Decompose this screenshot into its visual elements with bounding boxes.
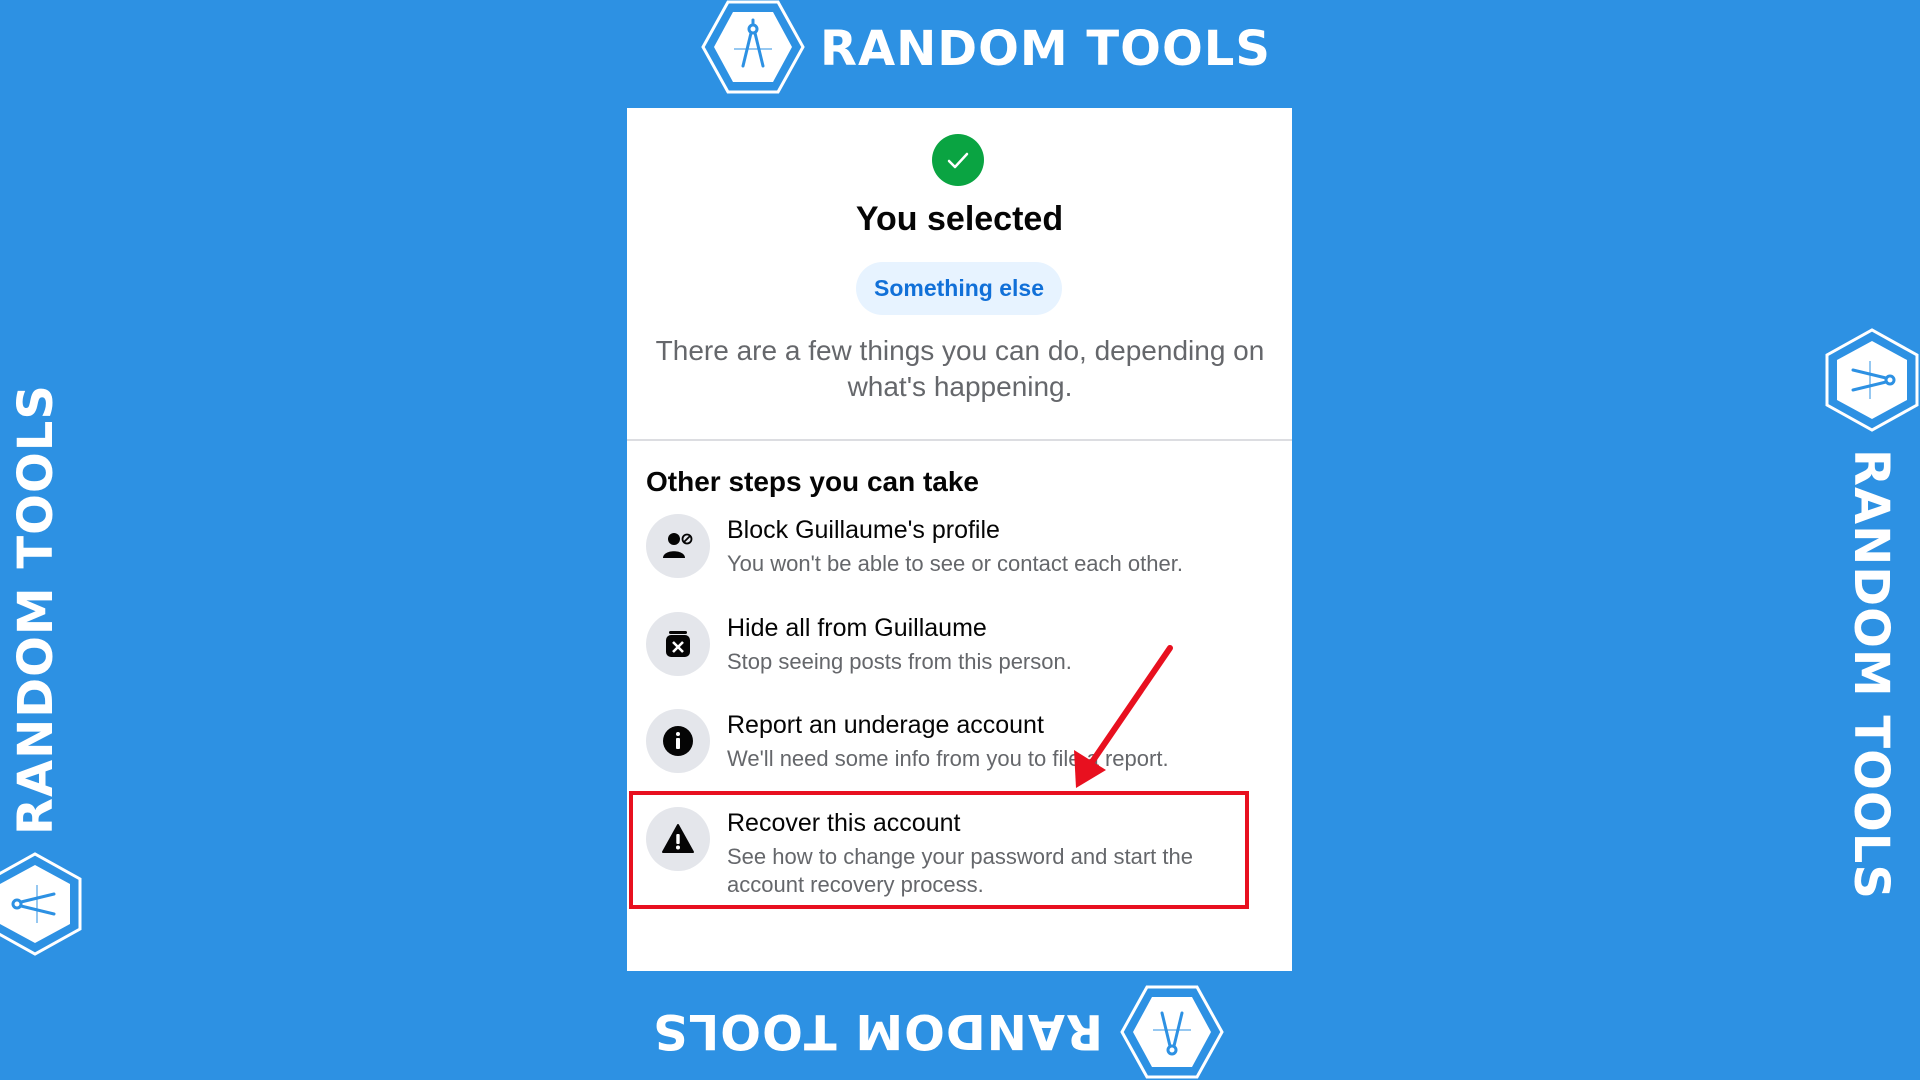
annotation-arrow-icon [1074, 645, 1173, 788]
